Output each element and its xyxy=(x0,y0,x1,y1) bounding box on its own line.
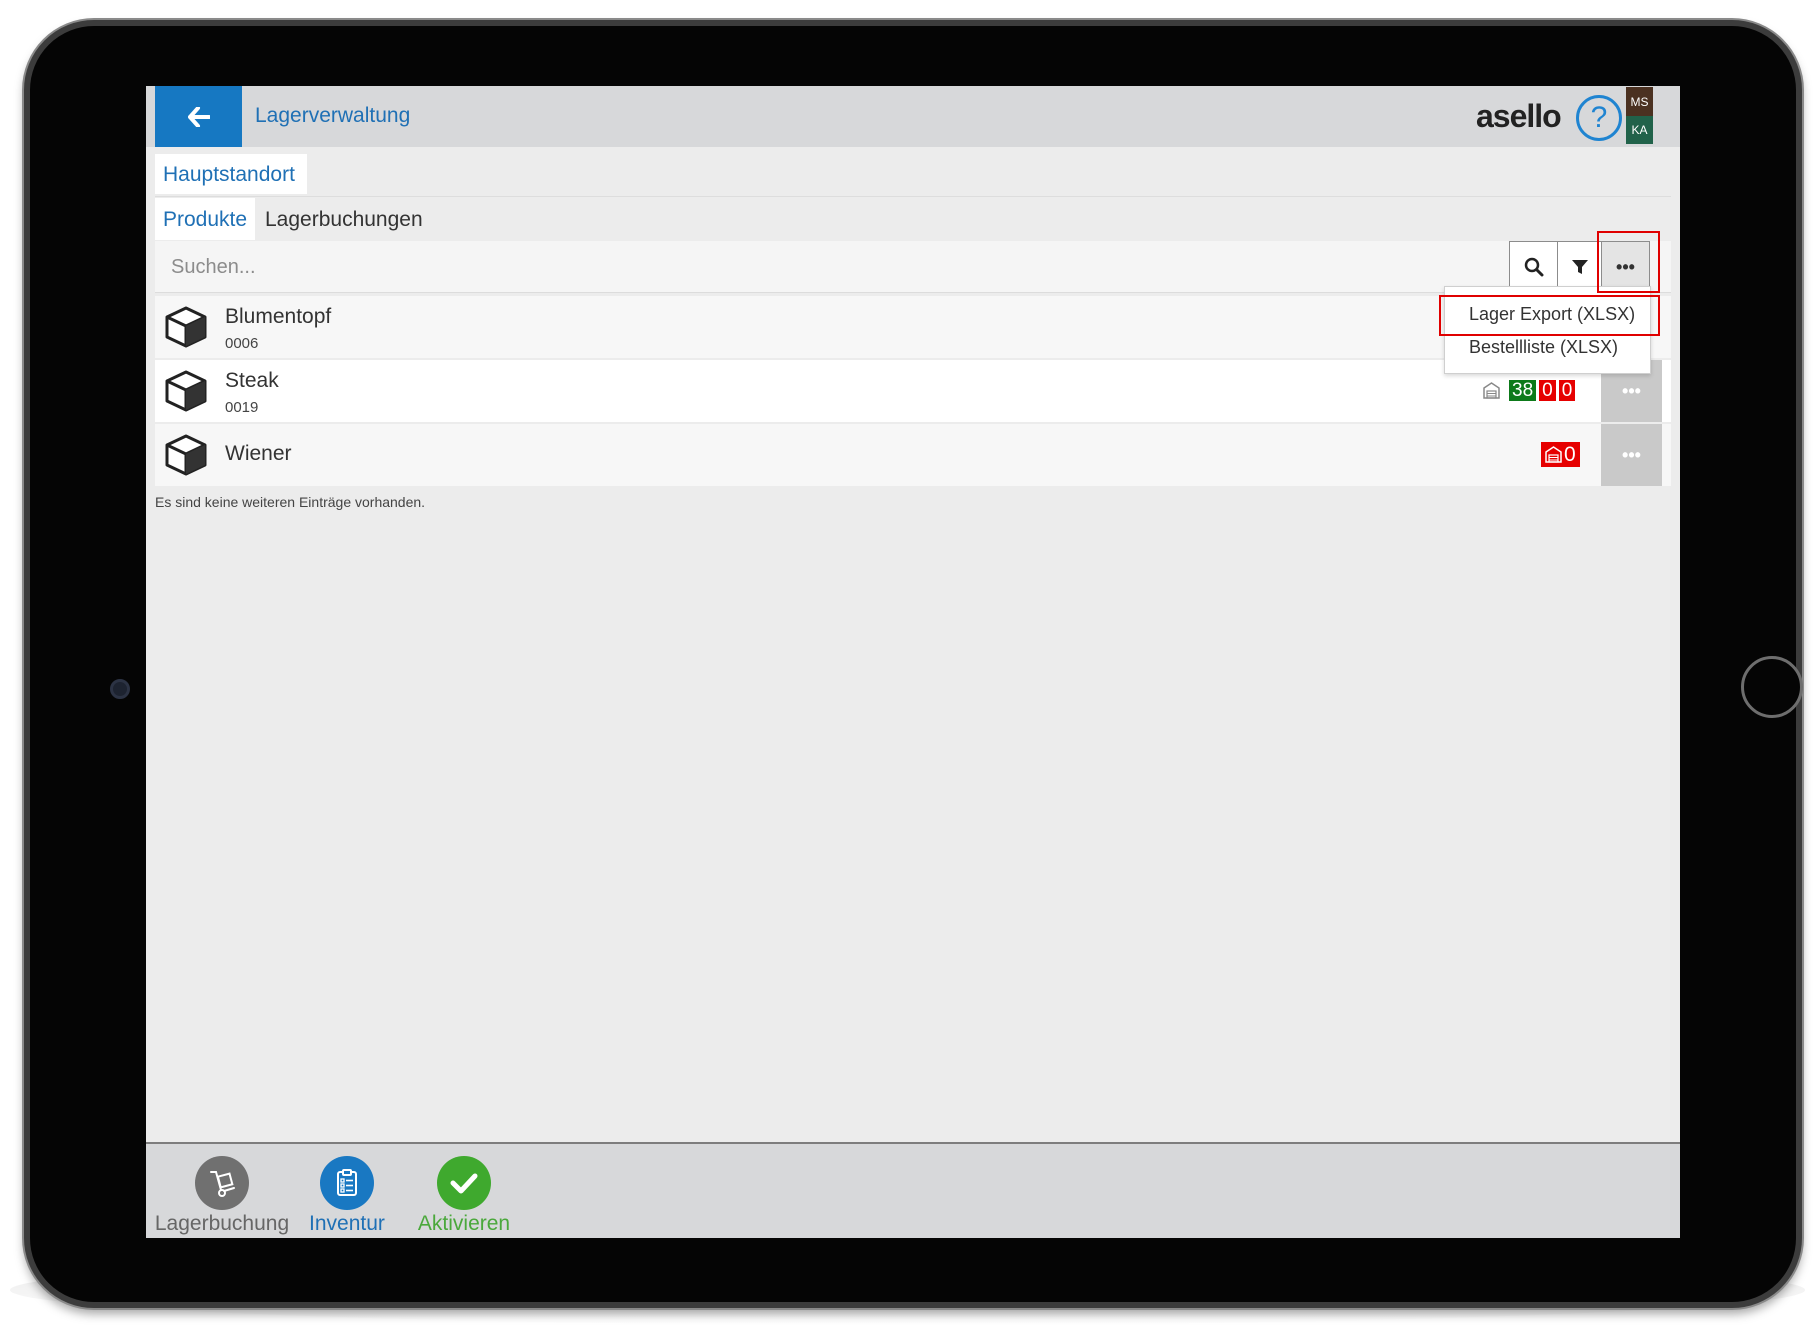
list-item[interactable]: Wiener 0 ••• xyxy=(155,424,1671,486)
home-button[interactable] xyxy=(1741,656,1803,718)
lagerbuchung-button[interactable]: Lagerbuchung xyxy=(155,1156,289,1236)
highlight-box xyxy=(1597,231,1660,293)
box-icon xyxy=(165,434,207,476)
stock-badge: 38 xyxy=(1509,380,1537,401)
inventur-button[interactable]: Inventur xyxy=(308,1156,386,1236)
footer-label: Aktivieren xyxy=(417,1212,511,1235)
highlight-box xyxy=(1439,295,1660,336)
back-button[interactable] xyxy=(155,86,242,147)
row-more-button[interactable]: ••• xyxy=(1601,424,1662,486)
footer-label: Lagerbuchung xyxy=(154,1212,290,1235)
search-input[interactable] xyxy=(155,241,1500,293)
product-name: Steak xyxy=(225,369,279,392)
footer-toolbar: Lagerbuchung Inventur Aktivieren xyxy=(146,1142,1680,1238)
hand-truck-icon xyxy=(195,1156,249,1210)
app-screen: Lagerverwaltung asello ? MS KA Hauptstan… xyxy=(146,86,1680,1238)
page-title: Lagerverwaltung xyxy=(255,104,411,127)
user-avatar-ka[interactable]: KA xyxy=(1626,116,1653,144)
camera-icon xyxy=(110,679,130,699)
user-avatar-ms[interactable]: MS xyxy=(1626,87,1653,116)
product-number: 0006 xyxy=(225,335,259,352)
footer-label: Inventur xyxy=(309,1212,385,1235)
menu-item-bestellliste[interactable]: Bestellliste (XLSX) xyxy=(1469,337,1618,358)
stock-badge: 0 xyxy=(1539,380,1556,401)
tab-produkte[interactable]: Produkte xyxy=(155,198,255,240)
stock-value: 0 xyxy=(1564,442,1576,466)
tab-lagerbuchungen[interactable]: Lagerbuchungen xyxy=(265,198,423,240)
divider xyxy=(155,196,1671,197)
stock-badge: 0 xyxy=(1541,442,1580,467)
asello-logo: asello xyxy=(1476,98,1562,134)
product-name: Blumentopf xyxy=(225,305,332,328)
box-icon xyxy=(165,370,207,412)
stock-indicator: 38 0 0 xyxy=(1483,380,1576,401)
help-icon[interactable]: ? xyxy=(1576,95,1622,141)
aktivieren-button[interactable]: Aktivieren xyxy=(414,1156,514,1236)
product-number: 0019 xyxy=(225,399,259,416)
no-more-entries-text: Es sind keine weiteren Einträge vorhande… xyxy=(155,494,426,510)
stock-badge: 0 xyxy=(1558,380,1576,401)
search-icon xyxy=(1524,257,1543,277)
warehouse-icon xyxy=(1545,446,1562,463)
product-name: Wiener xyxy=(225,442,292,465)
stock-indicator: 0 xyxy=(1541,442,1580,467)
clipboard-icon xyxy=(320,1156,374,1210)
app-header: Lagerverwaltung asello ? MS KA xyxy=(146,86,1680,147)
check-icon xyxy=(437,1156,491,1210)
location-tab[interactable]: Hauptstandort xyxy=(155,154,307,194)
arrow-left-icon xyxy=(187,106,210,127)
filter-icon xyxy=(1571,260,1588,274)
box-icon xyxy=(165,306,207,348)
warehouse-icon xyxy=(1483,382,1500,399)
